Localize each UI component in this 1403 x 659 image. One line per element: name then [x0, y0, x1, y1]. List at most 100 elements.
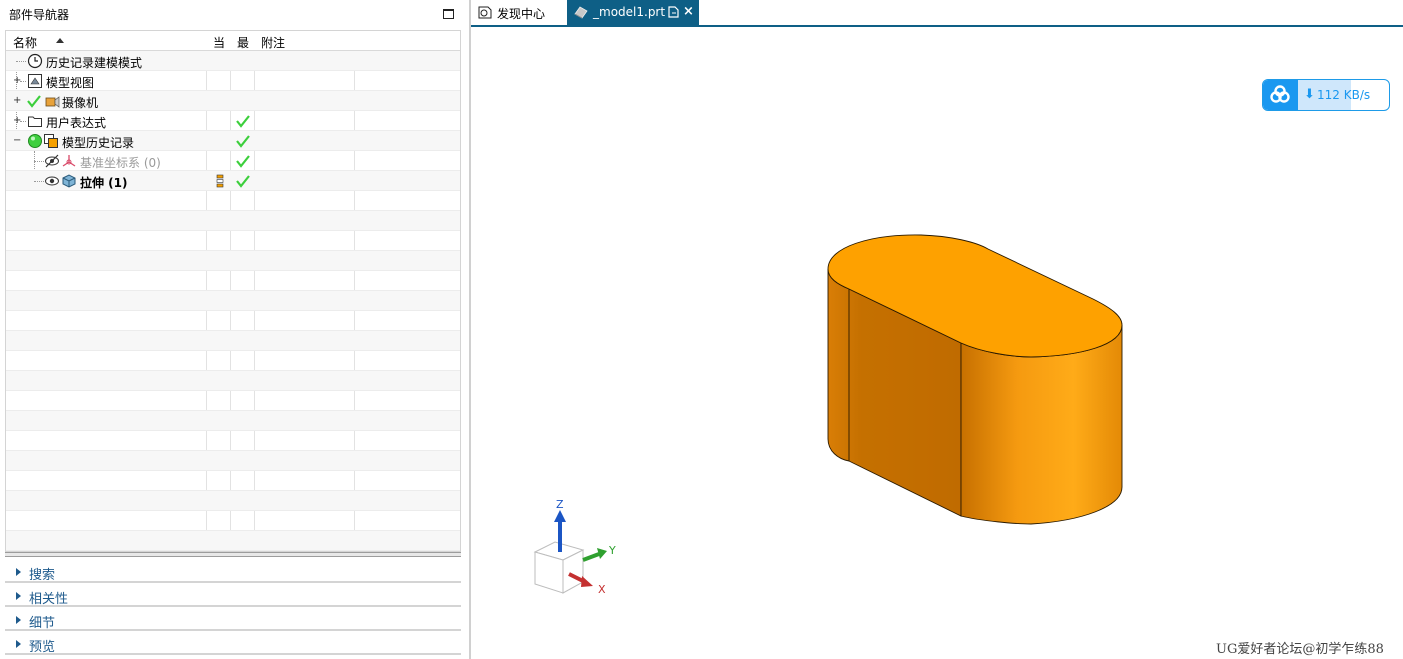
empty-row — [6, 451, 460, 471]
empty-row — [6, 251, 460, 271]
tree-node-label: 摄像机 — [62, 96, 99, 110]
tab-discovery-center[interactable]: 发现中心 — [471, 0, 566, 25]
x-axis-label: X — [598, 583, 606, 596]
expand-icon[interactable]: + — [13, 96, 21, 106]
section-search[interactable]: 搜索 — [5, 560, 461, 583]
tree-node-model-history[interactable]: − 模型历史记录 — [6, 131, 460, 151]
z-axis-label: Z — [556, 498, 564, 511]
empty-row — [6, 271, 460, 291]
close-tab-icon[interactable]: × — [683, 4, 694, 19]
empty-row — [6, 391, 460, 411]
clock-icon — [27, 53, 43, 69]
empty-row — [6, 311, 460, 331]
empty-row — [6, 491, 460, 511]
folder-icon — [28, 116, 42, 127]
section-preview[interactable]: 预览 — [5, 632, 461, 655]
section-dependencies[interactable]: 相关性 — [5, 584, 461, 607]
tree-rows: 历史记录建模模式 + 模型视图 + 摄像机 + 用户表达式 − 模型历史记录 基… — [6, 51, 460, 551]
tree-node-label: 模型历史记录 — [62, 136, 135, 150]
status-green-icon — [28, 134, 42, 148]
tree-node-datum-csys[interactable]: 基准坐标系 (0) — [6, 151, 460, 171]
cloud-logo-shape — [1270, 85, 1290, 103]
column-header-latest[interactable]: 最 — [237, 34, 249, 51]
tab-label: 发现中心 — [497, 7, 546, 21]
download-arrow-icon: ⬇ — [1304, 87, 1315, 102]
section-label: 相关性 — [29, 592, 69, 607]
tree-guide-line — [34, 161, 44, 162]
empty-row — [6, 291, 460, 311]
panel-splitter[interactable] — [5, 552, 461, 557]
view-triad[interactable]: Z Y X — [525, 492, 645, 602]
column-header-current[interactable]: 当 — [213, 34, 225, 51]
tab-label: _model1.prt — [593, 5, 666, 19]
empty-row — [6, 211, 460, 231]
column-header-comment[interactable]: 附注 — [261, 34, 285, 51]
section-label: 预览 — [29, 640, 56, 655]
collapse-icon[interactable]: − — [13, 136, 21, 146]
hidden-eye-icon — [45, 154, 59, 168]
tree-node-label: 用户表达式 — [46, 116, 107, 130]
section-label: 细节 — [29, 616, 56, 631]
tree-node-model-views[interactable]: + 模型视图 — [6, 71, 460, 91]
tree-node-label: 基准坐标系 (0) — [80, 156, 161, 170]
download-speed-text: 112 KB/s — [1317, 88, 1371, 102]
visible-eye-icon — [45, 176, 59, 186]
discovery-center-icon — [478, 6, 492, 19]
tree-node-history-mode[interactable]: 历史记录建模模式 — [6, 51, 460, 71]
tab-model-part[interactable]: _model1.prt × — [567, 0, 699, 25]
tree-guide-line — [16, 61, 26, 62]
tree-node-cameras[interactable]: + 摄像机 — [6, 91, 460, 111]
model-views-icon — [28, 74, 42, 88]
navigator-header: 部件导航器 — [0, 0, 466, 28]
modified-document-icon — [668, 6, 679, 18]
empty-row — [6, 431, 460, 451]
navigator-tree[interactable]: 名称 当 最 附注 历史记录建模模式 + 模型视图 + 摄像机 + 用户表达式 … — [5, 30, 461, 552]
model-history-icon — [44, 134, 58, 148]
tree-node-extrude[interactable]: 拉伸 (1) — [6, 171, 460, 191]
watermark-text: UG爱好者论坛@初学乍练88 — [1216, 642, 1384, 657]
part-file-icon — [574, 6, 588, 19]
expand-icon[interactable]: + — [13, 76, 21, 86]
tree-node-label: 模型视图 — [46, 76, 95, 90]
maximize-icon[interactable] — [443, 9, 454, 19]
download-speed-widget[interactable]: ⬇ 112 KB/s — [1262, 79, 1390, 111]
tree-node-user-expressions[interactable]: + 用户表达式 — [6, 111, 460, 131]
empty-row — [6, 511, 460, 531]
checkmark-icon — [236, 135, 250, 148]
expand-icon[interactable]: + — [13, 116, 21, 126]
tree-guide-line — [20, 121, 26, 122]
sort-ascending-icon — [56, 38, 64, 43]
expand-arrow-icon — [16, 616, 21, 624]
part-navigator-panel: 部件导航器 名称 当 最 附注 历史记录建模模式 + 模型视图 + 摄像机 + … — [0, 0, 466, 659]
cloud-logo-icon — [1263, 80, 1298, 110]
tree-guide-line — [20, 81, 26, 82]
empty-row — [6, 531, 460, 551]
section-details[interactable]: 细节 — [5, 608, 461, 631]
x-axis-arrowhead — [581, 576, 593, 587]
z-axis-arrowhead — [554, 510, 566, 522]
empty-row — [6, 331, 460, 351]
empty-row — [6, 231, 460, 251]
current-feature-icon — [216, 174, 224, 188]
section-label: 搜索 — [29, 568, 56, 583]
empty-row — [6, 411, 460, 431]
expand-arrow-icon — [16, 640, 21, 648]
empty-row — [6, 471, 460, 491]
y-axis-label: Y — [608, 544, 616, 557]
tree-node-label: 拉伸 (1) — [80, 176, 128, 190]
datum-csys-icon — [62, 155, 76, 167]
checkmark-icon — [236, 175, 250, 188]
document-tab-bar: 发现中心 _model1.prt × — [471, 0, 1403, 27]
navigator-title: 部件导航器 — [9, 8, 70, 22]
extrude-icon — [62, 174, 76, 188]
empty-row — [6, 351, 460, 371]
checkmark-icon — [27, 95, 41, 108]
tree-node-label: 历史记录建模模式 — [46, 56, 143, 70]
column-header-name[interactable]: 名称 — [13, 34, 37, 51]
empty-row — [6, 371, 460, 391]
graphics-window[interactable]: Z Y X ⬇ 112 KB/s UG爱好者论坛@初学乍练88 — [471, 27, 1403, 659]
checkmark-icon — [236, 155, 250, 168]
y-axis — [582, 552, 600, 562]
empty-row — [6, 191, 460, 211]
y-axis-arrowhead — [597, 548, 607, 559]
